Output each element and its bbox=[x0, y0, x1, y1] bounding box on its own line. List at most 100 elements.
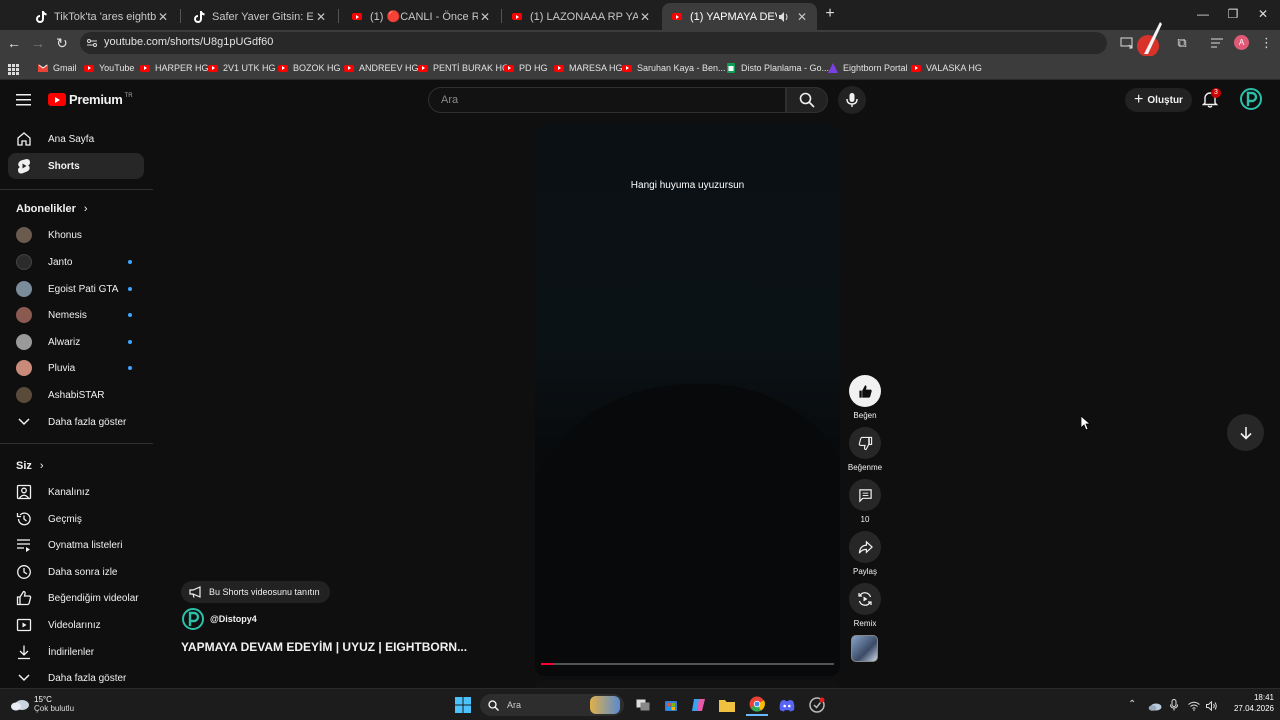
bookmark-item[interactable]: Saruhan Kaya - Ben... bbox=[622, 60, 726, 76]
short-title[interactable]: YAPMAYA DEVAM EDEYİM | UYUZ | EIGHTBORN.… bbox=[181, 640, 467, 654]
kebab-menu-icon[interactable]: ⋮ bbox=[1260, 35, 1273, 51]
close-icon[interactable]: ✕ bbox=[478, 10, 492, 24]
microphone-tray-icon[interactable] bbox=[1170, 698, 1180, 711]
subscriptions-show-more[interactable]: Daha fazla göster bbox=[8, 409, 144, 435]
like-button[interactable] bbox=[849, 375, 881, 407]
task-view-icon[interactable] bbox=[632, 694, 654, 716]
bookmark-gmail[interactable]: Gmail bbox=[38, 60, 77, 76]
audio-thumbnail[interactable] bbox=[851, 635, 878, 662]
sidebar-item-watch-later[interactable]: Daha sonra izle bbox=[8, 559, 144, 585]
promote-short-button[interactable]: Bu Shorts videosunu tanıtın bbox=[181, 581, 330, 603]
store-icon[interactable] bbox=[660, 694, 682, 716]
sidebar-item-home[interactable]: Ana Sayfa bbox=[8, 126, 144, 152]
subscription-janto[interactable]: Janto bbox=[8, 249, 144, 275]
bookmark-item[interactable]: Eightborn Portal bbox=[828, 60, 908, 76]
notifications-button[interactable]: 3 bbox=[1201, 88, 1222, 110]
sidebar-item-shorts[interactable]: Shorts bbox=[8, 153, 144, 179]
bookmark-item[interactable]: VALASKA HG bbox=[911, 60, 982, 76]
video-progress-bar[interactable] bbox=[541, 663, 834, 665]
bookmark-item[interactable]: 2V1 UTK HG bbox=[208, 60, 276, 76]
bookmark-item[interactable]: BOZOK HG bbox=[278, 60, 341, 76]
remix-button[interactable] bbox=[849, 583, 881, 615]
youtube-premium-logo[interactable]: Premium TR bbox=[48, 92, 133, 107]
bookmark-item[interactable]: Disto Planlama - Go... bbox=[726, 60, 829, 76]
bookmark-item[interactable]: PENTİ BURAK HG bbox=[418, 60, 509, 76]
onedrive-icon[interactable] bbox=[1148, 698, 1162, 711]
subscription-nemesis[interactable]: Nemesis bbox=[8, 302, 144, 328]
browser-tab[interactable]: (1) 🔴CANLI - Önce Reinar son ✕ bbox=[342, 3, 500, 30]
you-heading[interactable]: Siz › bbox=[16, 460, 44, 472]
bookmark-item[interactable]: HARPER HG bbox=[140, 60, 209, 76]
windows-start-icon[interactable] bbox=[452, 694, 474, 716]
sidebar-item-channel[interactable]: Kanalınız bbox=[8, 479, 144, 505]
close-icon[interactable]: ✕ bbox=[795, 10, 809, 24]
forward-icon[interactable]: → bbox=[28, 33, 48, 53]
browser-tab[interactable]: (1) LAZONAAA RP YAPARKEN Y ✕ bbox=[502, 3, 660, 30]
like-action[interactable]: Beğen bbox=[848, 375, 882, 420]
bookmark-item[interactable]: ANDREEV HG bbox=[344, 60, 419, 76]
comments-action[interactable]: 10 bbox=[848, 479, 882, 524]
next-video-button[interactable] bbox=[1227, 414, 1264, 451]
create-button[interactable]: + Oluştur bbox=[1125, 88, 1192, 112]
sidebar-item-downloads[interactable]: İndirilenler bbox=[8, 639, 144, 665]
new-tab-button[interactable]: + bbox=[822, 6, 838, 22]
dislike-button[interactable] bbox=[849, 427, 881, 459]
sidebar-item-playlists[interactable]: Oynatma listeleri bbox=[8, 532, 144, 558]
close-icon[interactable]: ✕ bbox=[638, 10, 652, 24]
subscription-alwariz[interactable]: Alwariz bbox=[8, 329, 144, 355]
subscription-ashabistar[interactable]: AshabiSTAR bbox=[8, 382, 144, 408]
subscription-egoist-pati[interactable]: Egoist Pati GTA bbox=[8, 276, 144, 302]
profile-avatar[interactable]: A bbox=[1234, 35, 1249, 50]
browser-tab[interactable]: Safer Yaver Gitsin: Eightborn ve ✕ bbox=[184, 3, 336, 30]
share-action[interactable]: Paylaş bbox=[848, 531, 882, 576]
subscription-pluvia[interactable]: Pluvia bbox=[8, 355, 144, 381]
chrome-icon[interactable] bbox=[746, 694, 768, 716]
dislike-action[interactable]: Beğenme bbox=[848, 427, 882, 472]
address-bar[interactable]: youtube.com/shorts/U8g1pUGdf60 bbox=[80, 32, 1107, 54]
comments-button[interactable] bbox=[849, 479, 881, 511]
search-input[interactable]: Ara bbox=[428, 87, 786, 113]
channel-info[interactable]: @Distopy4 bbox=[182, 608, 257, 630]
share-button[interactable] bbox=[849, 531, 881, 563]
browser-tab[interactable]: TikTok'ta 'ares eightborn' bulab ✕ bbox=[26, 3, 178, 30]
minimize-icon[interactable]: — bbox=[1186, 0, 1220, 28]
shorts-video-player[interactable]: Hangi huyuma uyuzursun bbox=[535, 124, 840, 676]
bookmark-item[interactable]: PD HG bbox=[504, 60, 548, 76]
taskbar-search[interactable]: Ara bbox=[480, 694, 624, 716]
sidebar-item-your-videos[interactable]: Videolarınız bbox=[8, 612, 144, 638]
browser-tab-active[interactable]: (1) YAPMAYA DEVAM EDEYİ ✕ bbox=[662, 3, 817, 30]
bookmark-youtube[interactable]: YouTube bbox=[84, 60, 134, 76]
subscription-khonus[interactable]: Khonus bbox=[8, 222, 144, 248]
reading-list-icon[interactable] bbox=[1210, 36, 1224, 50]
sidebar-item-history[interactable]: Geçmiş bbox=[8, 506, 144, 532]
close-window-icon[interactable]: ✕ bbox=[1246, 0, 1280, 28]
cast-icon[interactable] bbox=[1120, 36, 1134, 50]
volume-icon[interactable] bbox=[1206, 698, 1218, 712]
copilot-icon[interactable] bbox=[688, 694, 710, 716]
reload-icon[interactable]: ↻ bbox=[52, 33, 72, 53]
sidebar-item-liked-videos[interactable]: Beğendiğim videolar bbox=[8, 585, 144, 611]
account-avatar[interactable] bbox=[1240, 88, 1262, 110]
search-button[interactable] bbox=[786, 87, 828, 113]
wifi-icon[interactable] bbox=[1188, 698, 1200, 711]
restore-icon[interactable]: ❐ bbox=[1216, 0, 1250, 28]
extensions-icon[interactable]: ⧉ bbox=[1174, 35, 1190, 51]
close-icon[interactable]: ✕ bbox=[156, 10, 170, 24]
remix-action[interactable]: Remix bbox=[848, 583, 882, 628]
bookmark-item[interactable]: MARESA HG bbox=[554, 60, 623, 76]
back-icon[interactable]: ← bbox=[4, 33, 24, 53]
weather-widget[interactable]: 15°C Çok bulutlu bbox=[10, 695, 74, 713]
extension-feather-icon[interactable] bbox=[1136, 20, 1164, 60]
clock[interactable]: 18:41 27.04.2026 bbox=[1222, 693, 1274, 713]
speaker-icon[interactable] bbox=[777, 10, 791, 24]
discord-icon[interactable] bbox=[776, 694, 798, 716]
subscriptions-heading[interactable]: Abonelikler › bbox=[16, 203, 88, 215]
apps-grid-icon[interactable] bbox=[8, 62, 20, 75]
site-info-icon[interactable] bbox=[86, 36, 98, 48]
close-icon[interactable]: ✕ bbox=[314, 10, 328, 24]
file-explorer-icon[interactable] bbox=[716, 694, 738, 716]
voice-search-button[interactable] bbox=[838, 86, 866, 114]
hamburger-menu-icon[interactable] bbox=[16, 93, 32, 107]
app-icon[interactable] bbox=[806, 694, 828, 716]
tray-expand-icon[interactable]: ⌃ bbox=[1128, 699, 1136, 710]
